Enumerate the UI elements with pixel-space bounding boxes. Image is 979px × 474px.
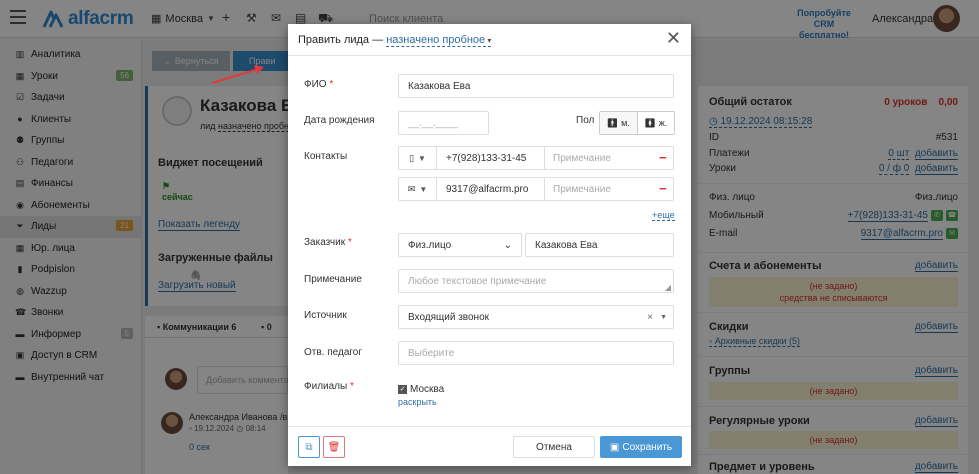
note-label: Примечание	[304, 274, 362, 285]
customer-name-value: Казакова Ева	[535, 239, 598, 251]
modal-title-text: Править лида —	[298, 34, 384, 46]
delete-button[interactable]: 🗑︎	[323, 436, 345, 458]
envelope-icon: ✉	[407, 183, 416, 194]
email-input[interactable]: 9317@alfacrm.pro	[446, 184, 528, 195]
mobile-phone-icon: ▯	[409, 152, 415, 163]
note-textarea[interactable]: Любое текстовое примечание ◢	[398, 269, 674, 293]
note-textarea-placeholder: Любое текстовое примечание	[408, 275, 547, 287]
email-contact-row: ✉ ▼ 9317@alfacrm.pro Примечание −	[398, 177, 674, 201]
birthdate-placeholder: __.__.____	[408, 117, 459, 129]
status-dropdown-label: назначено пробное	[386, 34, 486, 46]
chevron-down-icon: ▾	[485, 36, 492, 45]
fio-label-text: ФИО	[304, 79, 327, 90]
modal-footer: ⧉ 🗑︎ Отмена ▣ Сохранить	[288, 426, 691, 466]
gender-male-button[interactable]: 🚹︎ м.	[600, 112, 637, 134]
copy-button[interactable]: ⧉	[298, 436, 320, 458]
annotation-arrow-icon	[211, 65, 264, 84]
expand-branches-link[interactable]: раскрыть	[398, 397, 437, 407]
birthdate-input[interactable]: __.__.____	[398, 111, 489, 135]
phone-input[interactable]: +7(928)133-31-45	[446, 153, 526, 164]
add-more-contact-link[interactable]: +еще	[652, 210, 675, 221]
branch-checkbox-row[interactable]: ✓ Москва	[398, 384, 444, 395]
customer-label: Заказчик *	[304, 237, 352, 248]
modal-header: Править лида — назначено пробное ▾ ✕	[288, 24, 691, 56]
gender-female-label: ж.	[658, 118, 668, 128]
phone-note-input[interactable]: Примечание	[544, 147, 659, 169]
fio-value: Казакова Ева	[408, 80, 471, 92]
trash-icon: 🗑︎	[327, 441, 341, 453]
status-dropdown[interactable]: назначено пробное ▾	[386, 34, 492, 47]
copy-icon: ⧉	[305, 441, 313, 453]
branch-checkbox-label: Москва	[410, 384, 445, 395]
close-icon[interactable]: ✕	[666, 29, 681, 47]
email-note-input[interactable]: Примечание	[544, 178, 659, 200]
source-select[interactable]: Входящий звонок × ▼	[398, 305, 674, 329]
remove-email-icon[interactable]: −	[659, 181, 667, 196]
teacher-label: Отв. педагог	[304, 347, 363, 358]
phone-type-select[interactable]: ▯ ▼	[399, 147, 437, 169]
branches-label: Филиалы *	[304, 381, 354, 392]
edit-lead-modal: Править лида — назначено пробное ▾ ✕ ФИО…	[288, 24, 691, 466]
branches-label-text: Филиалы	[304, 381, 348, 392]
modal-title: Править лида — назначено пробное ▾	[298, 34, 492, 47]
customer-name-input[interactable]: Казакова Ева	[525, 233, 674, 257]
chevron-down-icon: ▼	[418, 153, 426, 163]
source-label: Источник	[304, 310, 347, 321]
gender-toggle: 🚹︎ м. 🚺︎ ж.	[599, 111, 675, 135]
remove-phone-icon[interactable]: −	[659, 150, 667, 165]
resize-handle-icon[interactable]: ◢	[665, 283, 671, 292]
fio-label: ФИО *	[304, 79, 333, 90]
teacher-select[interactable]: Выберите	[398, 341, 674, 365]
gender-female-button[interactable]: 🚺︎ ж.	[636, 112, 674, 134]
fio-input[interactable]: Казакова Ева	[398, 74, 674, 98]
required-mark: *	[349, 381, 354, 392]
male-icon: 🚹︎	[606, 117, 619, 128]
chevron-down-icon: ⌄	[503, 239, 512, 251]
required-mark: *	[329, 79, 334, 90]
chevron-down-icon: ▼	[419, 184, 428, 194]
source-value: Входящий звонок	[408, 311, 490, 323]
customer-type-value: Физ.лицо	[408, 239, 452, 251]
teacher-placeholder: Выберите	[408, 347, 455, 359]
phone-contact-row: ▯ ▼ +7(928)133-31-45 Примечание −	[398, 146, 674, 170]
save-button[interactable]: ▣ Сохранить	[600, 436, 682, 458]
customer-label-text: Заказчик	[304, 237, 346, 248]
save-icon: ▣	[609, 441, 620, 453]
gender-label: Пол	[576, 115, 595, 126]
birthdate-label: Дата рождения	[304, 115, 375, 126]
chevron-down-icon: ▼	[660, 313, 667, 321]
contacts-label: Контакты	[304, 151, 348, 162]
gender-male-label: м.	[621, 118, 630, 128]
required-mark: *	[347, 237, 352, 248]
checkbox-checked-icon[interactable]: ✓	[398, 385, 407, 394]
customer-type-select[interactable]: Физ.лицо ⌄	[398, 233, 522, 257]
clear-icon[interactable]: ×	[647, 312, 653, 323]
save-button-label: Сохранить	[622, 441, 673, 453]
email-type-select[interactable]: ✉ ▼	[399, 178, 437, 200]
female-icon: 🚺︎	[644, 117, 656, 128]
cancel-button[interactable]: Отмена	[513, 436, 595, 458]
